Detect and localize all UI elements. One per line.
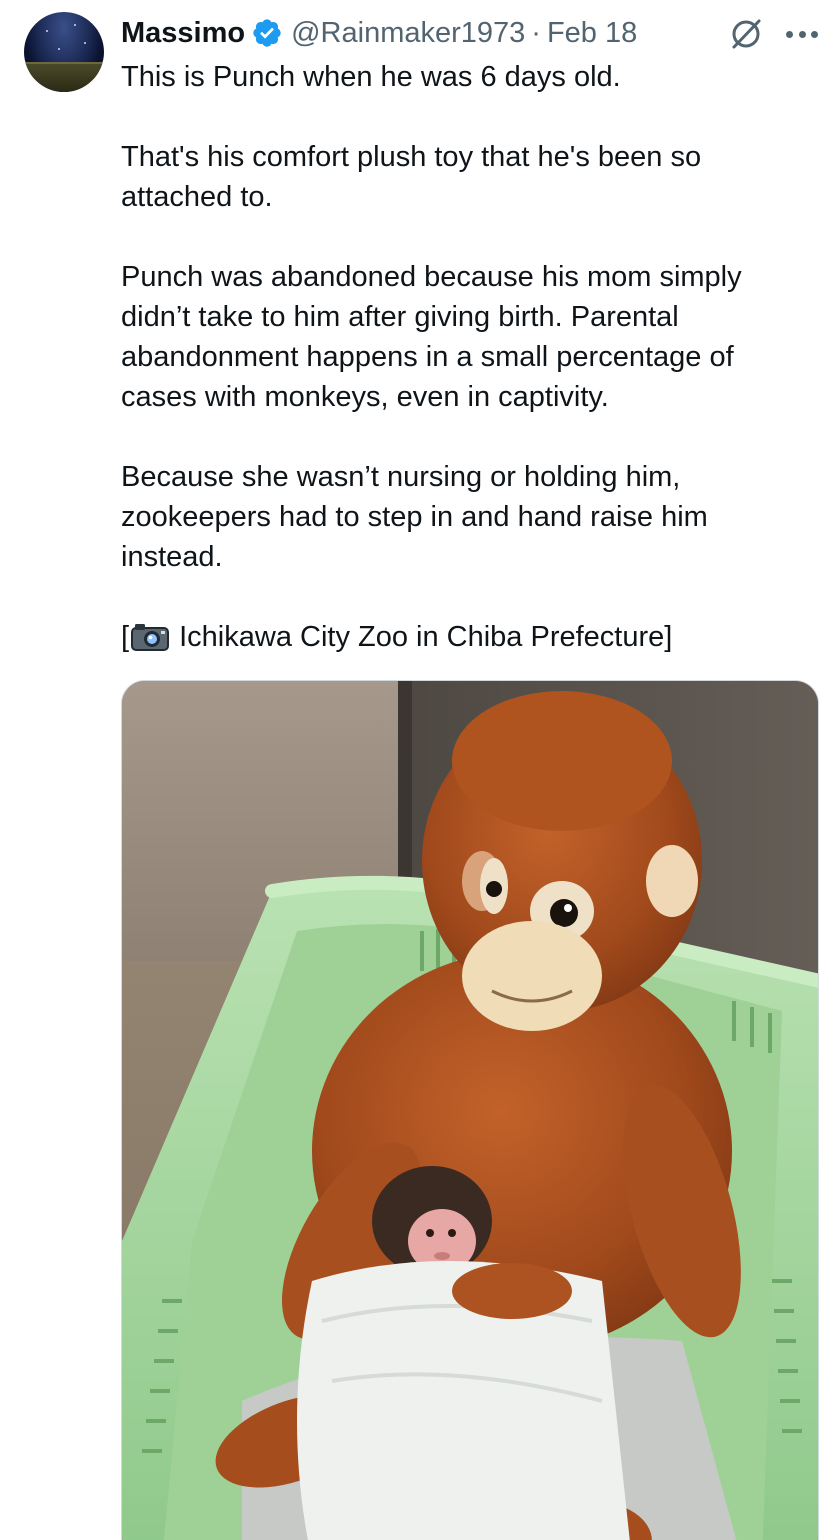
tweet-text-line: zookeepers had to step in and hand raise… [121,501,708,533]
tweet-text-line: Punch was abandoned because his mom simp… [121,261,742,293]
credit-text: Ichikawa City Zoo in Chiba Prefecture] [171,621,673,653]
camera-emoji-icon [131,624,170,651]
photo-credit: [ Ichikawa City Zoo in Chiba Prefecture] [121,617,821,657]
tweet-text-line: Because she wasn’t nursing or holding hi… [121,461,681,493]
tweet-photo[interactable] [121,680,819,1540]
photo-image [122,681,818,1540]
tweet-text-line: attached to. [121,181,273,213]
tweet-text-line: cases with monkeys, even in captivity. [121,381,609,413]
tweet-text-line: This is Punch when he was 6 days old. [121,61,621,93]
credit-bracket: [ [121,621,130,653]
tweet-text-line: instead. [121,541,223,573]
tweet-header: Massimo @Rainmaker1973 · Feb 18 [121,12,637,54]
grok-icon[interactable] [728,16,764,52]
tweet-date[interactable]: Feb 18 [547,17,637,50]
tweet-text-line: That's his comfort plush toy that he's b… [121,141,702,173]
author-name[interactable]: Massimo [121,17,245,50]
tweet-text-line: abandonment happens in a small percentag… [121,341,734,373]
more-icon[interactable] [782,16,822,52]
verified-badge-icon [253,19,281,47]
author-handle[interactable]: @Rainmaker1973 [291,17,525,50]
avatar[interactable] [24,12,104,92]
separator: · [531,16,541,49]
tweet-text-line: didn’t take to him after giving birth. P… [121,301,679,333]
